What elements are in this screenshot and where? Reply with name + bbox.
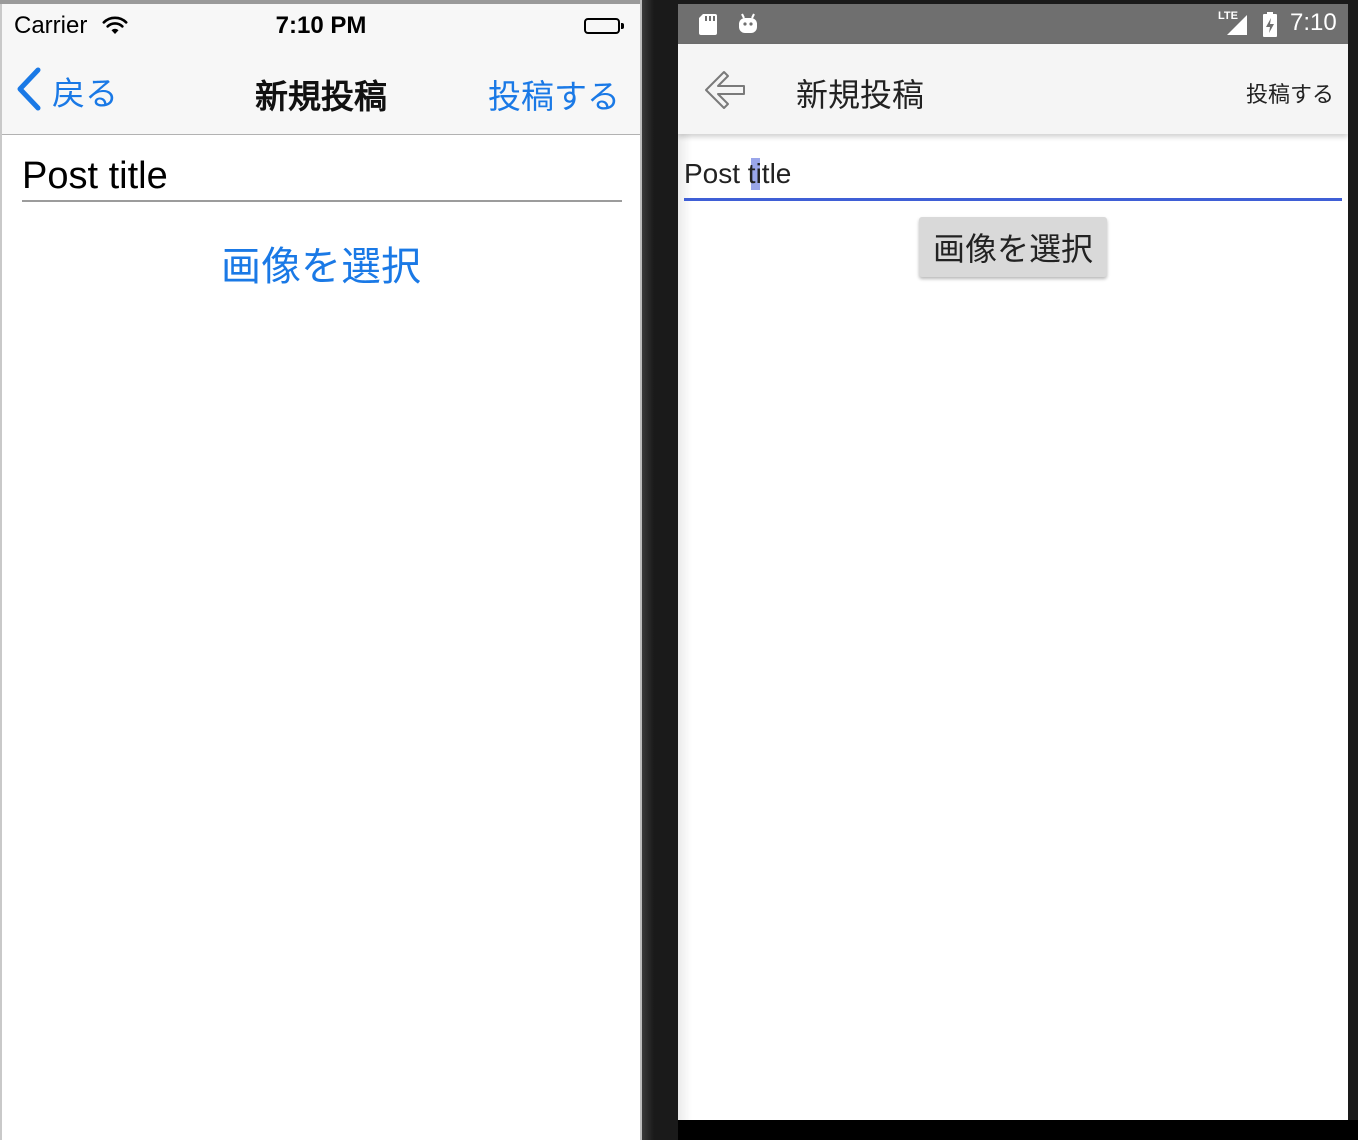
android-screen: LTE 7:10 新規投稿 投稿する 画像を選択 xyxy=(678,4,1348,1120)
ios-select-image-button[interactable]: 画像を選択 xyxy=(0,234,640,292)
ios-post-title-input[interactable] xyxy=(22,152,622,202)
android-post-title-field[interactable] xyxy=(684,154,1342,201)
ios-status-time: 7:10 PM xyxy=(275,12,367,39)
battery-charging-icon xyxy=(1262,12,1278,42)
signal-icon xyxy=(1226,14,1248,40)
android-select-image-button[interactable]: 画像を選択 xyxy=(919,217,1107,277)
ios-status-bar: Carrier 7:10 PM xyxy=(2,4,640,48)
ios-navigation-bar: 戻る 新規投稿 投稿する xyxy=(2,48,640,135)
android-post-button[interactable]: 投稿する xyxy=(1246,77,1334,109)
android-app-bar: 新規投稿 投稿する xyxy=(678,44,1348,134)
android-post-title-input[interactable] xyxy=(684,154,1342,194)
battery-full-icon xyxy=(584,18,624,34)
android-nav-strip xyxy=(678,1120,1358,1140)
arrow-back-icon[interactable] xyxy=(702,70,746,110)
ios-screen: Carrier 7:10 PM 戻る 新規投稿 投稿する 画像を選択 xyxy=(0,0,642,1140)
ios-frame-edge xyxy=(0,0,2,1140)
android-status-time: 7:10 xyxy=(1290,9,1337,36)
sd-card-icon xyxy=(698,13,718,35)
ios-post-button[interactable]: 投稿する xyxy=(488,70,620,118)
android-page-title: 新規投稿 xyxy=(796,76,925,114)
android-debug-icon xyxy=(736,12,760,36)
android-status-bar: LTE 7:10 xyxy=(678,4,1348,44)
